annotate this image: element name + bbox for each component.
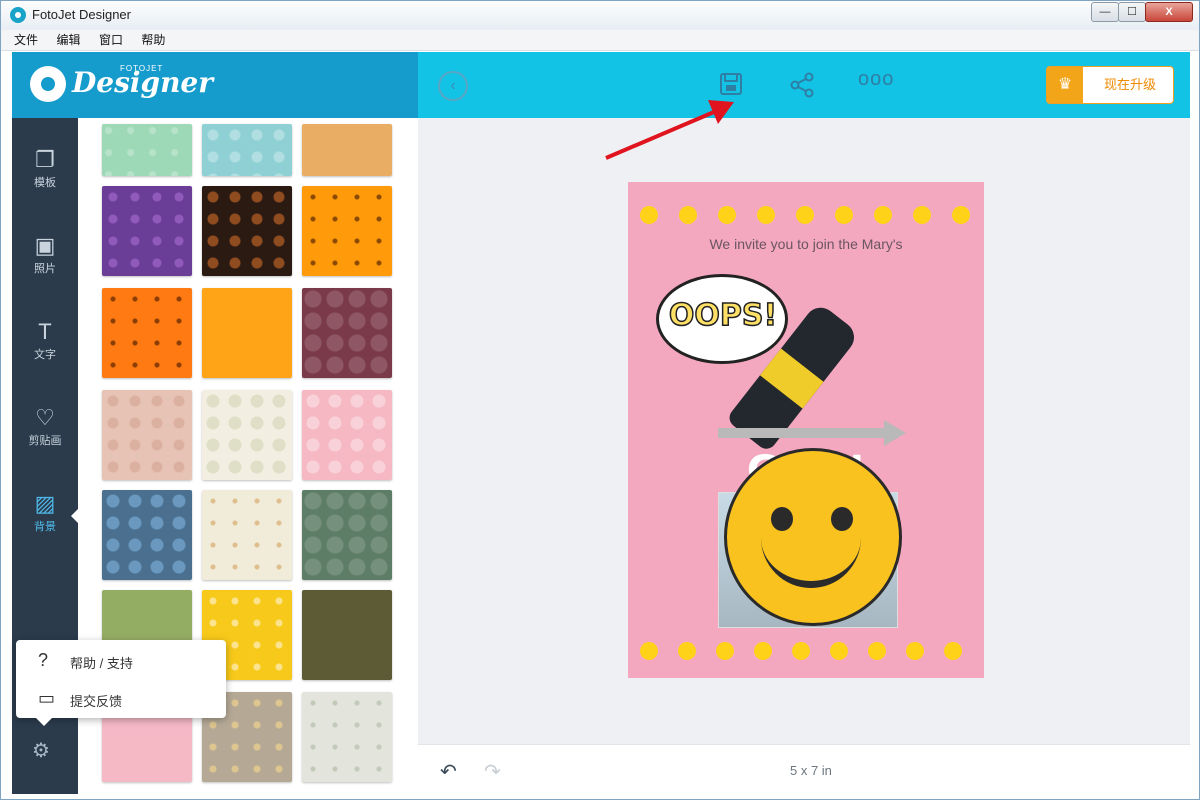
oops-text: OOPS! (668, 297, 778, 334)
back-button[interactable]: ‹ (438, 71, 468, 101)
feedback-icon: ▭ (38, 688, 56, 708)
tile-orange-pattern[interactable] (202, 288, 292, 378)
tile-lightgray-anchors[interactable] (302, 692, 392, 782)
card-dot-bottom (754, 642, 772, 660)
tile-maroon-leaves[interactable] (302, 288, 392, 378)
tile-peach-floral[interactable] (102, 390, 192, 480)
brand-header: Designer FOTOJET (12, 52, 418, 118)
menu-help[interactable]: 帮助 (141, 30, 165, 50)
background-stripes-icon: ▨ (34, 491, 56, 516)
tile-black-pumpkins[interactable] (202, 186, 292, 276)
tile-pink-roses[interactable] (302, 390, 392, 480)
nav-photos[interactable]: ▣ 照片 (12, 226, 78, 292)
tile-darkolive-pattern[interactable] (302, 590, 392, 680)
card-dot-bottom (868, 642, 886, 660)
card-dot-top (796, 206, 814, 224)
nav-templates[interactable]: ❐ 模板 (12, 140, 78, 206)
tile-cream-geometric[interactable] (202, 390, 292, 480)
question-icon: ? (38, 650, 49, 670)
text-icon: T (38, 319, 52, 344)
nav-photos-label: 照片 (34, 263, 56, 275)
tile-orange-stars-2[interactable] (102, 288, 192, 378)
card-dot-bottom (906, 642, 924, 660)
nav-background-label: 背景 (34, 521, 56, 533)
feedback-item[interactable]: ▭ 提交反馈 (16, 680, 226, 718)
templates-icon: ❐ (35, 147, 55, 172)
menu-edit[interactable]: 编辑 (56, 30, 80, 50)
arrow-head (884, 420, 906, 446)
feedback-label: 提交反馈 (70, 694, 123, 709)
redo-icon[interactable]: ↷ (484, 759, 501, 784)
window-titlebar: FotoJet Designer — ☐ X (0, 0, 1200, 31)
tile-teal-drops[interactable] (202, 124, 292, 176)
heart-icon: ♡ (35, 405, 55, 430)
crown-icon: ♛ (1047, 67, 1083, 103)
upgrade-label: 现在升级 (1103, 77, 1156, 92)
more-options-icon[interactable]: ooo (858, 68, 894, 91)
brand-logo-icon (30, 66, 66, 102)
tile-purple-halloween[interactable] (102, 186, 192, 276)
arrow-decoration[interactable] (718, 428, 888, 438)
card-dot-bottom (830, 642, 848, 660)
card-dot-bottom (640, 642, 658, 660)
card-dot-bottom (716, 642, 734, 660)
bottle-band (760, 348, 824, 409)
tile-mint-hearts[interactable] (102, 124, 192, 176)
upgrade-button[interactable]: ♛ 现在升级 (1046, 66, 1174, 104)
tile-green-leaves[interactable] (302, 490, 392, 580)
close-button[interactable]: X (1145, 2, 1193, 22)
smiley-mouth (761, 521, 861, 588)
brand-sub: FOTOJET (120, 64, 164, 73)
undo-icon[interactable]: ↶ (440, 759, 457, 784)
smiley-sticker[interactable] (724, 448, 902, 626)
card-dot-top (757, 206, 775, 224)
help-support-label: 帮助 / 支持 (70, 656, 133, 671)
share-icon[interactable] (788, 71, 816, 99)
card-dot-top (874, 206, 892, 224)
card-dot-top (679, 206, 697, 224)
card-dot-top (952, 206, 970, 224)
tile-tan-pattern[interactable] (302, 124, 392, 176)
window-title: FotoJet Designer (32, 7, 131, 22)
card-dot-top (835, 206, 853, 224)
tile-cream-plants[interactable] (202, 490, 292, 580)
canvas-size-label: 5 x 7 in (790, 763, 832, 778)
photo-icon: ▣ (34, 233, 56, 258)
card-dot-top (913, 206, 931, 224)
nav-background[interactable]: ▨ 背景 (12, 484, 79, 550)
card-dot-bottom (944, 642, 962, 660)
nav-text[interactable]: T 文字 (12, 312, 78, 378)
maximize-button[interactable]: ☐ (1118, 2, 1146, 22)
design-card[interactable]: We invite you to join the Mary's OOPS! G… (628, 182, 984, 678)
settings-gear-icon[interactable]: ⚙ (32, 738, 50, 763)
card-dot-bottom (792, 642, 810, 660)
minimize-button[interactable]: — (1091, 2, 1119, 22)
help-popup: ? 帮助 / 支持 ▭ 提交反馈 (16, 640, 226, 726)
app-logo-icon (10, 7, 26, 23)
menu-bar: 文件 编辑 窗口 帮助 (0, 30, 1200, 51)
nav-clipart[interactable]: ♡ 剪贴画 (12, 398, 78, 464)
menu-window[interactable]: 窗口 (99, 30, 123, 50)
nav-text-label: 文字 (34, 349, 56, 361)
tile-orange-stars[interactable] (302, 186, 392, 276)
menu-file[interactable]: 文件 (14, 30, 38, 50)
help-support-item[interactable]: ? 帮助 / 支持 (16, 642, 226, 680)
nav-clipart-label: 剪贴画 (28, 435, 62, 447)
bottom-bar: ↶ ↷ 5 x 7 in (418, 744, 1190, 795)
nav-templates-label: 模板 (34, 177, 56, 189)
tile-blue-gears[interactable] (102, 490, 192, 580)
card-dot-bottom (678, 642, 696, 660)
card-dot-top (640, 206, 658, 224)
annotation-arrow (605, 100, 734, 160)
top-toolbar: ‹ ooo ♛ 现在升级 (418, 52, 1190, 118)
card-dot-top (718, 206, 736, 224)
invite-text[interactable]: We invite you to join the Mary's (628, 236, 984, 252)
